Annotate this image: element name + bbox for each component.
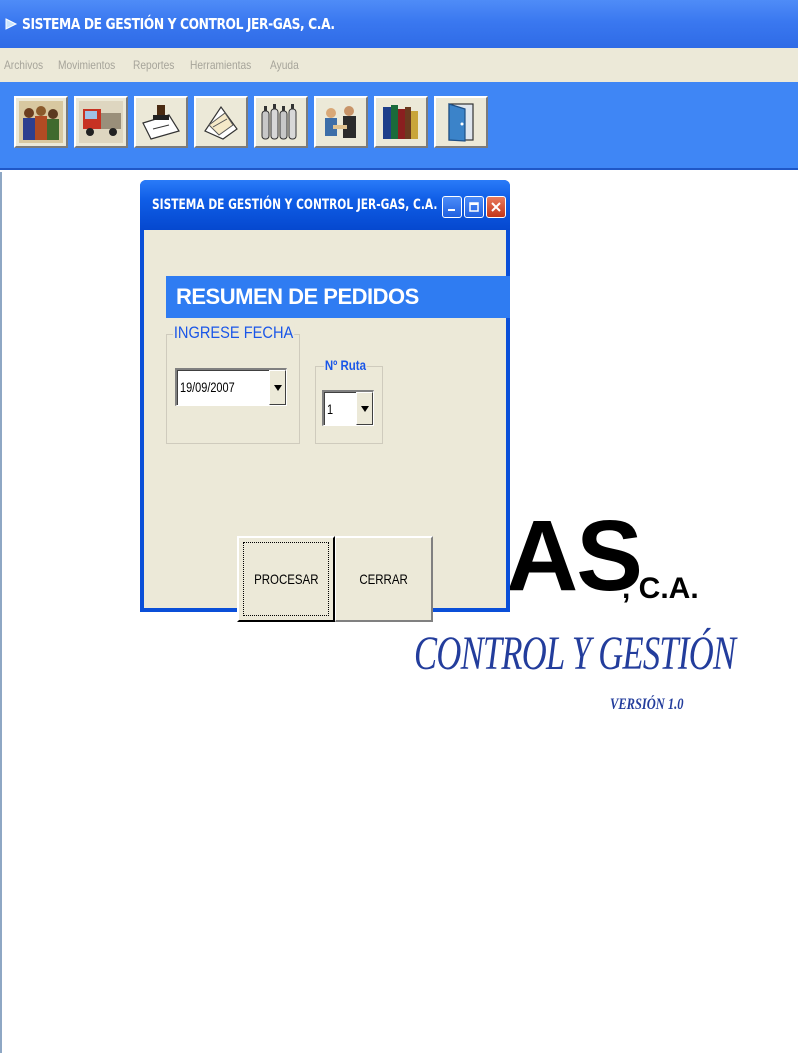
minimize-button[interactable] bbox=[442, 196, 462, 218]
toolbar-truck-button[interactable] bbox=[74, 96, 128, 148]
meeting-icon bbox=[325, 106, 356, 138]
toolbar-books-button[interactable] bbox=[374, 96, 428, 148]
toolbar-exit-button[interactable] bbox=[434, 96, 488, 148]
toolbar-papers-button[interactable] bbox=[194, 96, 248, 148]
ruta-value: 1 bbox=[327, 401, 334, 417]
fecha-group: INGRESE FECHA 19/09/2007 bbox=[166, 323, 300, 444]
close-button[interactable] bbox=[486, 196, 506, 218]
workers-icon bbox=[19, 101, 63, 143]
gas-cylinders-icon bbox=[261, 104, 297, 140]
application-window: SISTEMA DE GESTIÓN Y CONTROL JER-GAS, C.… bbox=[0, 0, 798, 1053]
minimize-icon bbox=[448, 209, 455, 211]
toolbar bbox=[0, 82, 798, 170]
banner-title: RESUMEN DE PEDIDOS bbox=[176, 284, 419, 309]
ruta-dropdown-button[interactable] bbox=[356, 392, 373, 425]
document-stamp-icon bbox=[142, 105, 180, 140]
toolbar-document-button[interactable] bbox=[134, 96, 188, 148]
menu-bar: Archivos Movimientos Reportes Herramient… bbox=[0, 48, 798, 82]
resumen-pedidos-dialog: SISTEMA DE GESTIÓN Y CONTROL JER-GAS, C.… bbox=[140, 180, 510, 622]
menu-herramientas[interactable]: Herramientas bbox=[190, 58, 251, 72]
logo-tagline: CONTROL Y GESTIÓN bbox=[414, 627, 736, 680]
menu-reportes[interactable]: Reportes bbox=[133, 58, 174, 72]
ruta-group: Nº Ruta 1 bbox=[315, 357, 383, 444]
truck-icon bbox=[79, 101, 123, 143]
books-icon bbox=[383, 105, 418, 139]
procesar-label: PROCESAR bbox=[253, 571, 319, 587]
logo-ca-text: , C.A. bbox=[622, 572, 699, 605]
main-window-title: SISTEMA DE GESTIÓN Y CONTROL JER-GAS, C.… bbox=[22, 15, 335, 33]
ruta-group-label: Nº Ruta bbox=[324, 357, 367, 373]
close-icon bbox=[491, 202, 501, 212]
toolbar-meeting-button[interactable] bbox=[314, 96, 368, 148]
fecha-dropdown-button[interactable] bbox=[269, 370, 286, 405]
cerrar-label: CERRAR bbox=[359, 571, 408, 587]
logo-gas-text: AS bbox=[506, 500, 643, 612]
main-title-bar[interactable]: SISTEMA DE GESTIÓN Y CONTROL JER-GAS, C.… bbox=[0, 0, 798, 48]
ruta-select[interactable]: 1 bbox=[322, 390, 374, 426]
dialog-banner: RESUMEN DE PEDIDOS bbox=[166, 276, 510, 318]
chevron-down-icon bbox=[273, 384, 282, 391]
exit-door-icon bbox=[448, 103, 474, 142]
app-icon bbox=[5, 18, 18, 30]
dialog-body: RESUMEN DE PEDIDOS INGRESE FECHA 19/09/2… bbox=[144, 230, 510, 622]
maximize-button[interactable] bbox=[464, 196, 484, 218]
menu-movimientos[interactable]: Movimientos bbox=[58, 58, 115, 72]
fecha-date-picker[interactable]: 19/09/2007 bbox=[175, 368, 287, 406]
logo-version: VERSIÓN 1.0 bbox=[610, 696, 684, 713]
menu-ayuda[interactable]: Ayuda bbox=[270, 58, 299, 72]
dialog-title-bar[interactable]: SISTEMA DE GESTIÓN Y CONTROL JER-GAS, C.… bbox=[140, 180, 510, 230]
papers-icon bbox=[204, 105, 238, 140]
procesar-button[interactable]: PROCESAR bbox=[237, 536, 335, 622]
menu-archivos[interactable]: Archivos bbox=[4, 58, 43, 72]
toolbar-workers-button[interactable] bbox=[14, 96, 68, 148]
fecha-value: 19/09/2007 bbox=[180, 379, 235, 395]
fecha-group-label: INGRESE FECHA bbox=[173, 323, 295, 343]
toolbar-cylinders-button[interactable] bbox=[254, 96, 308, 148]
cerrar-button[interactable]: CERRAR bbox=[335, 536, 433, 622]
dialog-title: SISTEMA DE GESTIÓN Y CONTROL JER-GAS, C.… bbox=[152, 197, 438, 213]
maximize-icon bbox=[469, 202, 479, 212]
chevron-down-icon bbox=[360, 405, 369, 412]
